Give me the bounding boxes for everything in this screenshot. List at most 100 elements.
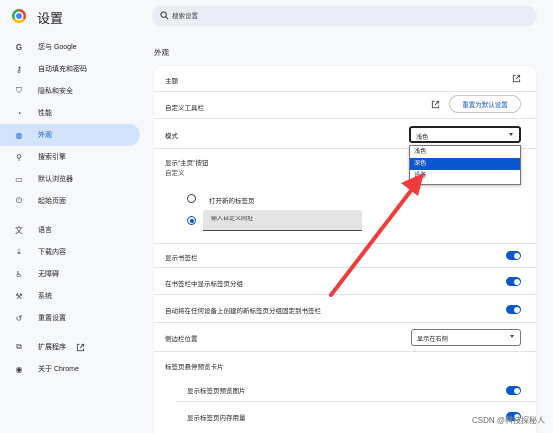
show-tab-preview-row[interactable]: 显示标签页预览图片	[154, 375, 536, 401]
sidebar-item-label: 关于 Chrome	[38, 366, 79, 373]
sidebar-item-appearance[interactable]: ◍ 外观	[0, 124, 140, 146]
radio-new-tab[interactable]	[187, 194, 196, 203]
sidebar-item-label: 下载内容	[38, 249, 66, 256]
power-icon: ⏻	[15, 196, 23, 205]
appearance-card: 主题 自定义工具栏 重置为默认设置 模式 浅色 显示“主页”按钮 自定义 打开新…	[154, 66, 536, 433]
sidebar-item-accessibility[interactable]: ♿ 无障碍	[0, 263, 140, 285]
sidebar-item-about-chrome[interactable]: ◉ 关于 Chrome	[0, 358, 140, 380]
sidebar-item-default-browser[interactable]: ▭ 默认浏览器	[0, 168, 140, 190]
sidebar-item-you-and-google[interactable]: G 您与 Google	[0, 36, 140, 58]
side-panel-select[interactable]: 显示在右侧	[411, 329, 521, 346]
sidebar-item-system[interactable]: ⚒ 系统	[0, 285, 140, 307]
key-icon: ⚷	[16, 64, 22, 74]
sidebar-divider	[0, 212, 140, 219]
sidebar-item-search-engine[interactable]: ⚲ 搜索引擎	[0, 146, 140, 168]
mode-option-device[interactable]: 设备	[410, 170, 520, 182]
sidebar-item-downloads[interactable]: ⤓ 下载内容	[0, 241, 140, 263]
auto-pin-groups-toggle[interactable]	[506, 305, 521, 314]
sidebar-item-label: 起始页面	[38, 198, 66, 205]
auto-pin-groups-row[interactable]: 自动将在任何设备上创建的新标签页分组固定到书签栏	[154, 294, 536, 322]
sidebar-item-autofill[interactable]: ⚷ 自动填充和密码	[0, 58, 140, 80]
sidebar-item-label: 性能	[38, 110, 52, 117]
sidebar-item-label: 系统	[38, 293, 52, 300]
mode-row: 模式 浅色	[154, 118, 536, 148]
side-panel-label: 侧边栏位置	[165, 336, 198, 343]
show-tab-preview-toggle[interactable]	[506, 386, 521, 395]
download-icon: ⤓	[17, 247, 21, 256]
section-title: 外观	[154, 48, 169, 57]
show-bookmarks-bar-toggle[interactable]	[506, 251, 521, 260]
sidebar-item-label: 隐私和安全	[38, 88, 73, 95]
mode-dropdown-list: 浅色 深色 设备	[409, 145, 521, 185]
mode-label: 模式	[165, 133, 178, 140]
search-icon: ⚲	[16, 152, 22, 162]
palette-icon: ◍	[15, 130, 23, 140]
mode-option-light[interactable]: 浅色	[410, 146, 520, 158]
home-button-sublabel: 自定义	[165, 170, 185, 177]
chevron-down-icon	[509, 133, 513, 136]
tab-hover-label: 标签页悬停预览卡片	[165, 364, 224, 371]
side-panel-select-value: 显示在右侧	[417, 336, 448, 343]
search-icon	[160, 11, 169, 20]
sidebar-item-label: 默认浏览器	[38, 176, 73, 183]
chrome-icon: ◉	[15, 364, 23, 374]
tab-hover-row: 标签页悬停预览卡片	[154, 351, 536, 375]
speedometer-icon: ◔	[16, 108, 22, 118]
custom-url-input[interactable]	[211, 216, 351, 222]
show-bookmarks-bar-row[interactable]: 显示书签栏	[154, 243, 536, 267]
sidebar-item-reset[interactable]: ↺ 重置设置	[0, 307, 140, 329]
open-external-icon[interactable]	[431, 100, 440, 109]
sidebar-item-label: 搜索引擎	[38, 154, 66, 161]
sidebar-divider	[0, 329, 140, 336]
chevron-down-icon	[510, 335, 514, 338]
translate-icon: 文	[15, 225, 23, 235]
mode-select-value: 浅色	[416, 134, 429, 141]
show-tab-groups-row[interactable]: 在书签栏中显示标签页分组	[154, 267, 536, 294]
sidebar-item-extensions[interactable]: ⧉ 扩展程序	[0, 336, 140, 358]
puzzle-icon: ⧉	[16, 342, 22, 351]
chrome-logo-icon	[12, 9, 26, 23]
sidebar-item-languages[interactable]: 文 语言	[0, 219, 140, 241]
sidebar-item-label: 扩展程序	[38, 344, 66, 351]
google-icon: G	[15, 42, 23, 52]
sidebar-item-performance[interactable]: ◔ 性能	[0, 102, 140, 124]
show-tab-preview-label: 显示标签页预览图片	[187, 388, 246, 395]
customize-toolbar-row[interactable]: 自定义工具栏 重置为默认设置	[154, 91, 536, 118]
side-panel-row: 侧边栏位置 显示在右侧	[154, 322, 536, 351]
show-tab-groups-toggle[interactable]	[506, 277, 521, 286]
open-external-icon[interactable]	[512, 74, 521, 83]
accessibility-icon: ♿	[15, 269, 23, 279]
radio-custom-url[interactable]	[187, 216, 196, 225]
sidebar-item-privacy[interactable]: ⛉ 隐私和安全	[0, 80, 140, 102]
new-tab-option-label: 打开新的标签页	[209, 198, 255, 205]
browser-window-icon: ▭	[15, 174, 23, 184]
custom-url-field[interactable]	[203, 210, 362, 231]
show-tab-memory-label: 显示标签页内存用量	[187, 415, 246, 422]
reset-to-default-button[interactable]: 重置为默认设置	[449, 95, 521, 113]
wrench-icon: ⚒	[15, 291, 23, 301]
sidebar-item-label: 自动填充和密码	[38, 66, 87, 73]
reset-icon: ↺	[15, 313, 23, 323]
open-external-icon	[76, 343, 85, 351]
theme-label: 主题	[165, 78, 178, 85]
mode-option-dark[interactable]: 深色	[410, 158, 520, 170]
sidebar-item-label: 外观	[38, 132, 52, 139]
show-tab-groups-label: 在书签栏中显示标签页分组	[165, 281, 243, 288]
sidebar-item-label: 语言	[38, 227, 52, 234]
sidebar-item-on-startup[interactable]: ⏻ 起始页面	[0, 190, 140, 212]
mode-select[interactable]: 浅色	[409, 126, 521, 143]
sidebar-item-label: 无障碍	[38, 271, 59, 278]
sidebar-item-label: 您与 Google	[38, 44, 77, 51]
theme-row[interactable]: 主题	[154, 66, 536, 91]
search-bar[interactable]	[152, 6, 537, 26]
page-title: 设置	[37, 11, 64, 26]
watermark: CSDN @科技探秘人	[471, 416, 545, 425]
sidebar-item-label: 重置设置	[38, 315, 66, 322]
customize-toolbar-label: 自定义工具栏	[165, 105, 204, 112]
sidebar: G 您与 Google ⚷ 自动填充和密码 ⛉ 隐私和安全 ◔ 性能 ◍ 外观 …	[0, 36, 140, 380]
shield-icon: ⛉	[16, 86, 22, 95]
auto-pin-groups-label: 自动将在任何设备上创建的新标签页分组固定到书签栏	[165, 308, 321, 315]
home-button-label: 显示“主页”按钮	[165, 160, 209, 167]
search-input[interactable]	[172, 9, 522, 23]
show-bookmarks-bar-label: 显示书签栏	[165, 255, 198, 262]
